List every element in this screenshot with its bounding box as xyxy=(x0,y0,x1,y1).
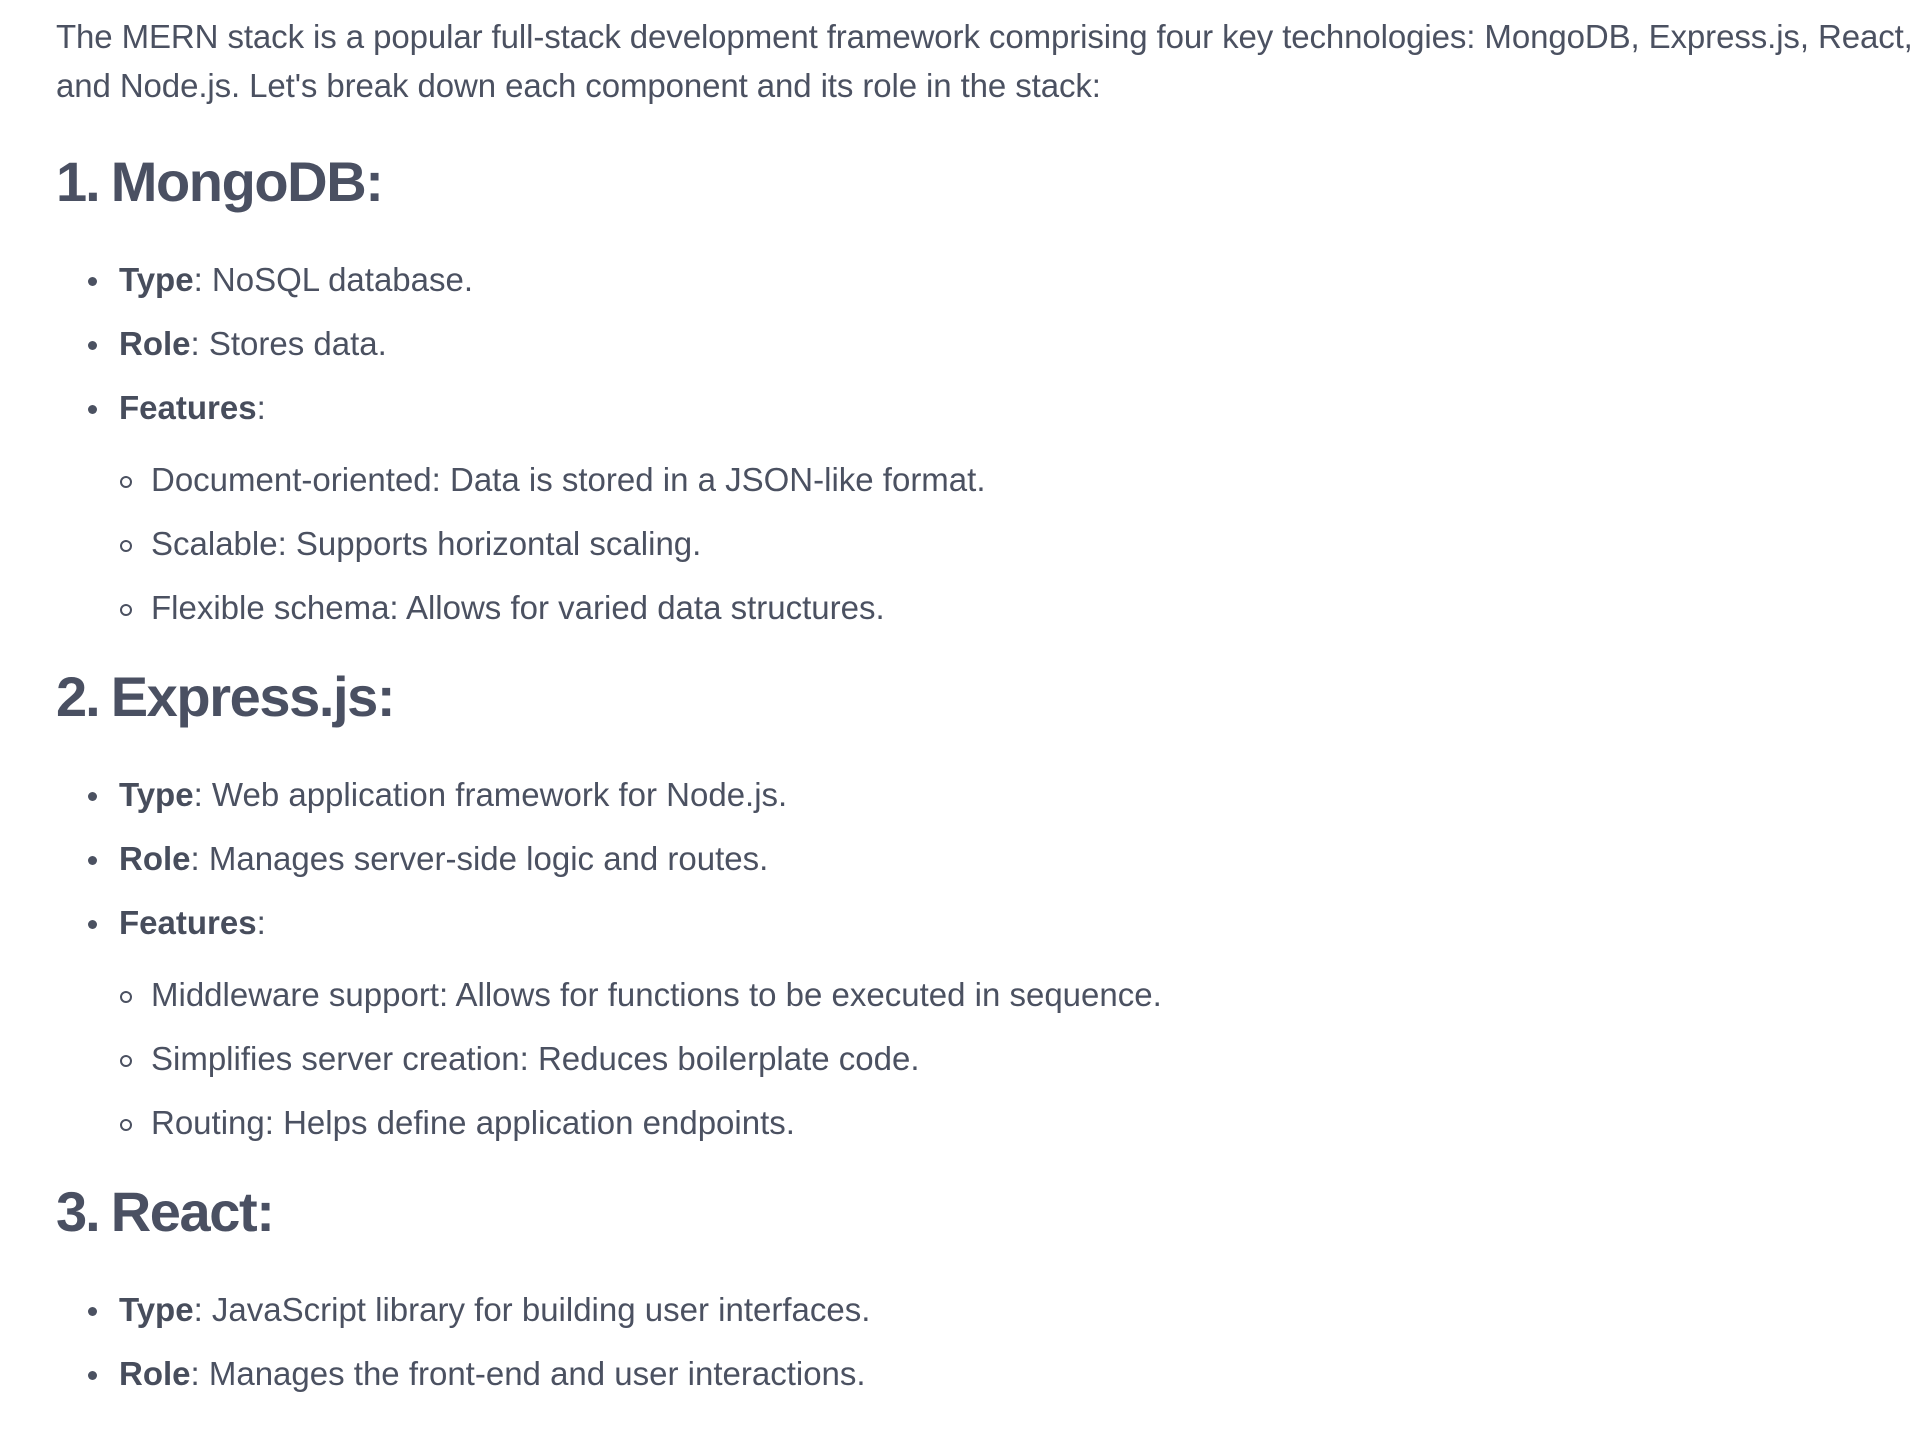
item-text: : Manages the front-end and user interac… xyxy=(190,1355,866,1392)
intro-paragraph: The MERN stack is a popular full-stack d… xyxy=(56,18,1913,104)
features-list: Middleware support: Allows for functions… xyxy=(56,975,1162,1143)
item-text: : NoSQL database. xyxy=(193,261,474,298)
features-list: Document-oriented: Data is stored in a J… xyxy=(56,460,986,628)
item-text: : Manages server-side logic and routes. xyxy=(190,840,769,877)
list-item: Features: xyxy=(56,903,1162,943)
list-item: Role: Manages server-side logic and rout… xyxy=(56,839,1162,879)
item-text: : JavaScript library for building user i… xyxy=(193,1291,871,1328)
section-heading: 3. React: xyxy=(56,1180,870,1244)
section-title: React: xyxy=(110,1180,275,1243)
feature-item: Scalable: Supports horizontal scaling. xyxy=(56,524,986,564)
item-key: Role xyxy=(119,840,191,877)
section-number: 2. xyxy=(56,665,101,728)
section-number: 3. xyxy=(56,1180,101,1243)
list-item: Type: NoSQL database. xyxy=(56,260,986,300)
section-mongodb: 1. MongoDB: Type: NoSQL database. Role: … xyxy=(56,150,986,652)
item-key: Features xyxy=(119,904,257,941)
item-key: Type xyxy=(119,776,194,813)
item-text: : xyxy=(256,389,266,426)
item-text: : Web application framework for Node.js. xyxy=(193,776,788,813)
list-item: Type: Web application framework for Node… xyxy=(56,775,1162,815)
item-key: Features xyxy=(119,389,257,426)
list-item: Type: JavaScript library for building us… xyxy=(56,1290,870,1330)
section-heading: 1. MongoDB: xyxy=(56,150,986,214)
section-title: MongoDB: xyxy=(110,150,384,213)
section-react: 3. React: Type: JavaScript library for b… xyxy=(56,1180,870,1418)
list-item: Role: Manages the front-end and user int… xyxy=(56,1354,870,1394)
feature-item: Simplifies server creation: Reduces boil… xyxy=(56,1039,1162,1079)
feature-item: Middleware support: Allows for functions… xyxy=(56,975,1162,1015)
section-heading: 2. Express.js: xyxy=(56,665,1162,729)
item-text: : Stores data. xyxy=(190,325,387,362)
document: The MERN stack is a popular full-stack d… xyxy=(56,0,1914,1392)
bullet-list: Type: NoSQL database. Role: Stores data.… xyxy=(56,260,986,428)
item-key: Role xyxy=(119,1355,191,1392)
bullet-list: Type: Web application framework for Node… xyxy=(56,775,1162,943)
section-number: 1. xyxy=(56,150,101,213)
bullet-list: Type: JavaScript library for building us… xyxy=(56,1290,870,1394)
item-key: Type xyxy=(119,261,194,298)
item-text: : xyxy=(256,904,266,941)
feature-item: Routing: Helps define application endpoi… xyxy=(56,1103,1162,1143)
feature-item: Document-oriented: Data is stored in a J… xyxy=(56,460,986,500)
list-item: Role: Stores data. xyxy=(56,324,986,364)
list-item: Features: xyxy=(56,388,986,428)
feature-item: Flexible schema: Allows for varied data … xyxy=(56,588,986,628)
section-expressjs: 2. Express.js: Type: Web application fra… xyxy=(56,665,1162,1167)
section-title: Express.js: xyxy=(110,665,396,728)
item-key: Type xyxy=(119,1291,194,1328)
item-key: Role xyxy=(119,325,191,362)
